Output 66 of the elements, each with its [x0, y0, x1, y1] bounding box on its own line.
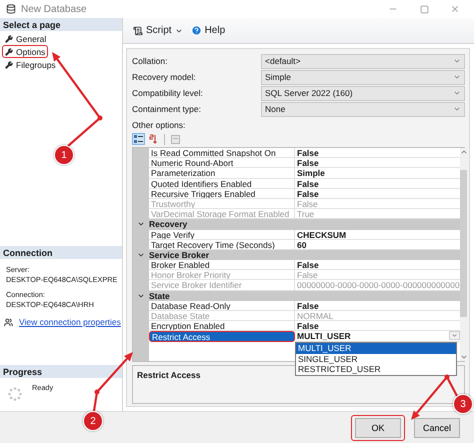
property-name[interactable]: Restrict Access: [149, 331, 295, 342]
connection-properties-link[interactable]: View connection properties: [19, 317, 121, 327]
scroll-down-icon[interactable]: [460, 353, 468, 361]
spinner-icon: [8, 387, 22, 401]
section-heading: Select a page: [0, 18, 122, 31]
dropdown-field[interactable]: None: [261, 102, 465, 116]
dialog-button[interactable]: OK: [355, 418, 401, 438]
sort-descending-icon: [149, 134, 158, 144]
property-value: False: [295, 321, 460, 332]
property-pages-icon: [171, 134, 180, 144]
field-label: Collation:: [132, 56, 168, 66]
annotation-arrow: [92, 352, 133, 412]
dialog-button[interactable]: Cancel: [414, 418, 460, 438]
database-icon: [6, 4, 16, 14]
scroll-icon: [133, 26, 143, 36]
help-icon: [190, 25, 202, 36]
section-heading: Progress: [0, 365, 122, 378]
page-item[interactable]: Options: [2, 45, 48, 58]
property-value: False: [295, 260, 460, 270]
dropdown-field[interactable]: SQL Server 2022 (160): [261, 86, 465, 100]
category-heading: Recovery: [149, 219, 188, 230]
wrench-icon: [5, 34, 13, 42]
property-value: False: [295, 198, 460, 210]
window-title: New Database: [21, 4, 88, 14]
dropdown-field[interactable]: Simple: [261, 70, 465, 84]
property-value: False: [295, 178, 460, 189]
field-label: Containment type:: [132, 104, 202, 114]
property-name[interactable]: Numeric Round-Abort: [149, 158, 295, 168]
property-value: False: [295, 300, 460, 311]
maximize-icon[interactable]: [420, 4, 428, 14]
property-name[interactable]: Parameterization: [149, 168, 295, 179]
category-heading: State: [149, 290, 170, 301]
users-icon: [4, 318, 13, 326]
property-value: False: [295, 158, 460, 168]
section-heading: Connection: [0, 246, 122, 259]
page-item[interactable]: Filegroups: [2, 58, 59, 71]
categorized-view-icon: [134, 134, 143, 144]
section-label: Other options:: [132, 120, 186, 132]
wrench-icon: [5, 60, 13, 68]
dropdown-option[interactable]: MULTI_USER: [296, 343, 456, 354]
view-toggle-button[interactable]: [132, 133, 145, 145]
close-icon[interactable]: [450, 4, 460, 14]
script-button[interactable]: Script: [131, 24, 185, 37]
category-heading: Service Broker: [149, 250, 210, 260]
scrollbar-thumb[interactable]: [460, 170, 468, 317]
property-name[interactable]: Quoted Identifiers Enabled: [149, 178, 295, 189]
property-value: Simple: [295, 168, 460, 179]
property-value: False: [295, 270, 460, 280]
scroll-up-icon[interactable]: [460, 148, 468, 156]
help-button[interactable]: Help: [188, 24, 228, 37]
dropdown-button[interactable]: [448, 331, 460, 340]
dropdown-field[interactable]: <default>: [261, 54, 465, 68]
page-item[interactable]: General: [2, 32, 50, 45]
property-value: False: [295, 188, 460, 199]
property-value: NORMAL: [295, 311, 460, 322]
view-toggle-button[interactable]: [169, 133, 182, 145]
annotation-arrow: [411, 374, 458, 420]
description-title: Restrict Access: [137, 370, 200, 380]
property-name[interactable]: Broker Enabled: [149, 260, 295, 270]
field-label: Recovery model:: [132, 72, 197, 82]
property-value: False: [295, 148, 460, 158]
wrench-icon: [5, 48, 13, 56]
caret-icon: [450, 332, 458, 340]
field-label: Compatibility level:: [132, 88, 204, 98]
view-toggle-button[interactable]: [147, 133, 160, 145]
property-value: CHECKSUM: [295, 230, 460, 240]
